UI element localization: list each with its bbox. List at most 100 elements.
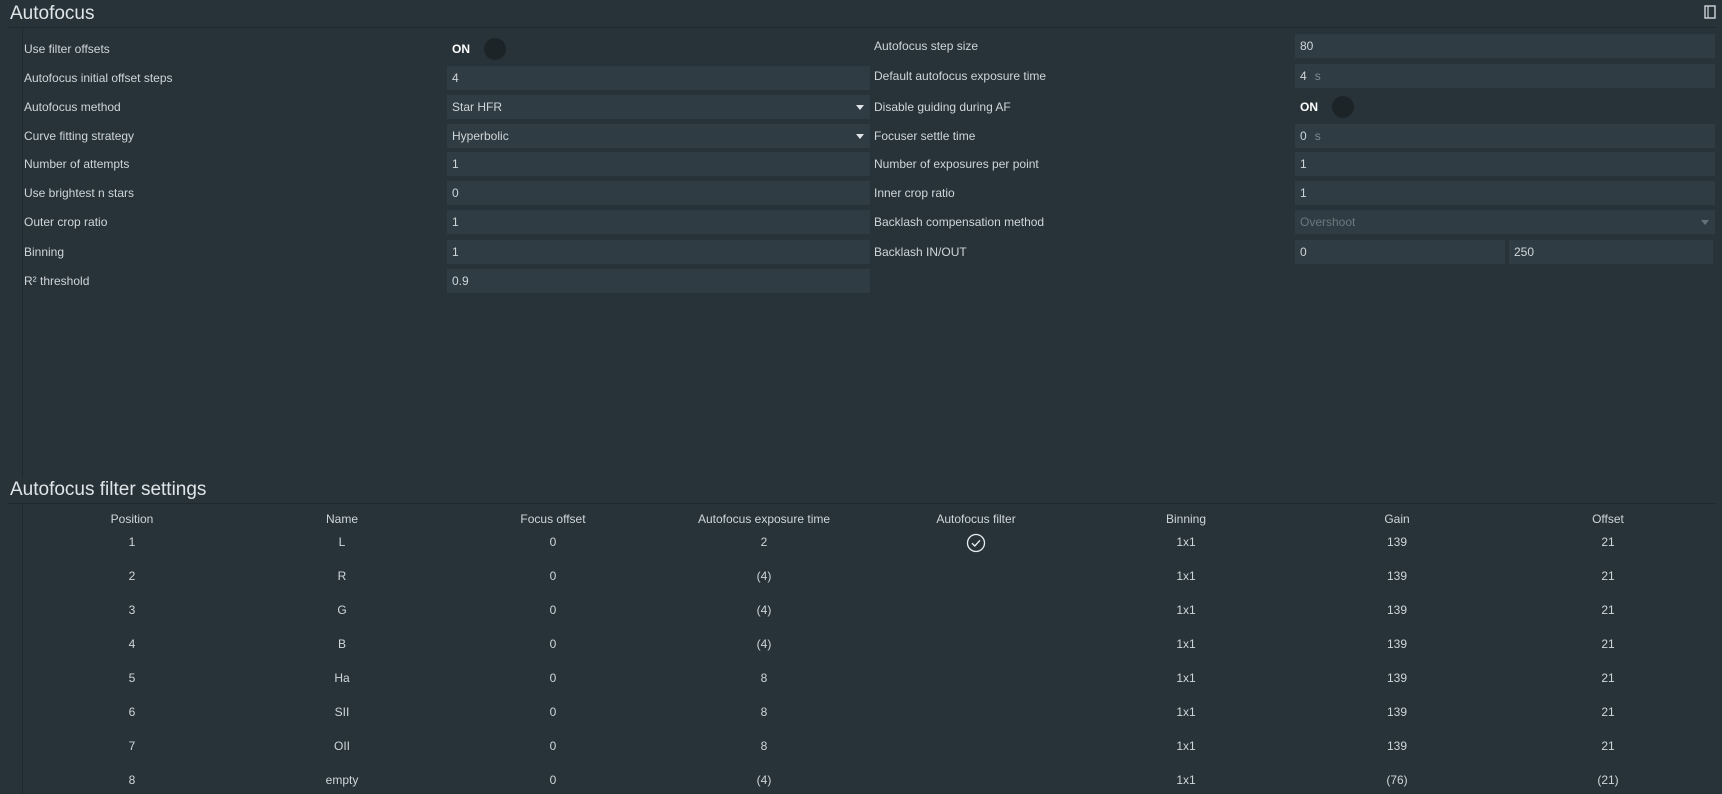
cell-binning[interactable]: 1x1 <box>1086 729 1286 763</box>
cell-name[interactable]: B <box>242 627 442 661</box>
cell-exposure[interactable]: (4) <box>664 559 864 593</box>
disable-guiding-during-af-toggle[interactable]: ON <box>1295 96 1357 118</box>
chevron-down-icon[interactable] <box>856 105 864 110</box>
toggle-knob[interactable] <box>484 38 506 60</box>
r-threshold-input[interactable]: 0.9 <box>447 269 870 293</box>
cell-position[interactable]: 8 <box>32 763 232 794</box>
cell-gain[interactable]: 139 <box>1297 593 1497 627</box>
cell-autofocus-filter[interactable] <box>876 559 1076 593</box>
cell-exposure[interactable]: (4) <box>664 627 864 661</box>
cell-offset[interactable]: (21) <box>1508 763 1708 794</box>
field-value: 80 <box>1300 39 1314 53</box>
cell-offset[interactable]: 21 <box>1508 729 1708 763</box>
cell-offset[interactable]: 21 <box>1508 559 1708 593</box>
cell-binning[interactable]: 1x1 <box>1086 627 1286 661</box>
backlash-out-input[interactable]: 250 <box>1509 240 1713 264</box>
backlash-compensation-method-select: Overshoot <box>1295 210 1715 234</box>
inner-crop-ratio-input[interactable]: 1 <box>1295 181 1715 205</box>
setting-label-focuser-settle-time: Focuser settle time <box>874 129 976 143</box>
cell-offset[interactable]: 21 <box>1508 695 1708 729</box>
cell-autofocus-filter[interactable] <box>876 525 1076 559</box>
number-of-exposures-per-point-input[interactable]: 1 <box>1295 152 1715 176</box>
field-value: 0 <box>1300 245 1307 259</box>
autofocus-initial-offset-steps-input[interactable]: 4 <box>447 66 870 90</box>
cell-name[interactable]: R <box>242 559 442 593</box>
cell-offset[interactable]: 21 <box>1508 525 1708 559</box>
cell-position[interactable]: 3 <box>32 593 232 627</box>
cell-position[interactable]: 2 <box>32 559 232 593</box>
cell-position[interactable]: 6 <box>32 695 232 729</box>
autofocus-step-size-input[interactable]: 80 <box>1295 34 1715 58</box>
cell-position[interactable]: 1 <box>32 525 232 559</box>
cell-gain[interactable]: (76) <box>1297 763 1497 794</box>
cell-focus-offset[interactable]: 0 <box>453 763 653 794</box>
cell-offset[interactable]: 21 <box>1508 593 1708 627</box>
cell-binning[interactable]: 1x1 <box>1086 661 1286 695</box>
cell-gain[interactable]: 139 <box>1297 729 1497 763</box>
cell-gain[interactable]: 139 <box>1297 661 1497 695</box>
cell-focus-offset[interactable]: 0 <box>453 559 653 593</box>
cell-name[interactable]: L <box>242 525 442 559</box>
cell-name[interactable]: Ha <box>242 661 442 695</box>
book-icon[interactable] <box>1704 5 1716 19</box>
cell-binning[interactable]: 1x1 <box>1086 695 1286 729</box>
cell-gain[interactable]: 139 <box>1297 695 1497 729</box>
binning-input[interactable]: 1 <box>447 240 870 264</box>
cell-exposure[interactable]: 8 <box>664 661 864 695</box>
outer-crop-ratio-input[interactable]: 1 <box>447 210 870 234</box>
autofocus-method-select[interactable]: Star HFR <box>447 95 870 119</box>
toggle-knob[interactable] <box>1332 96 1354 118</box>
field-value: 0 <box>452 186 459 200</box>
cell-gain[interactable]: 139 <box>1297 525 1497 559</box>
cell-focus-offset[interactable]: 0 <box>453 593 653 627</box>
autofocus-left-rule <box>22 28 23 478</box>
cell-position[interactable]: 7 <box>32 729 232 763</box>
cell-position[interactable]: 4 <box>32 627 232 661</box>
backlash-in-input[interactable]: 0 <box>1295 240 1505 264</box>
cell-binning[interactable]: 1x1 <box>1086 559 1286 593</box>
cell-offset[interactable]: 21 <box>1508 627 1708 661</box>
cell-binning[interactable]: 1x1 <box>1086 763 1286 794</box>
cell-name[interactable]: OII <box>242 729 442 763</box>
curve-fitting-strategy-select[interactable]: Hyperbolic <box>447 124 870 148</box>
chevron-down-icon[interactable] <box>856 134 864 139</box>
focuser-settle-time-input[interactable]: 0s <box>1295 124 1715 148</box>
setting-label-autofocus-initial-offset-steps: Autofocus initial offset steps <box>24 71 173 85</box>
setting-label-number-of-attempts: Number of attempts <box>24 157 130 171</box>
cell-autofocus-filter[interactable] <box>876 695 1076 729</box>
check-circle-icon <box>966 533 986 552</box>
setting-label-backlash-in-out: Backlash IN/OUT <box>874 245 967 259</box>
cell-focus-offset[interactable]: 0 <box>453 729 653 763</box>
cell-exposure[interactable]: (4) <box>664 763 864 794</box>
cell-exposure[interactable]: (4) <box>664 593 864 627</box>
cell-binning[interactable]: 1x1 <box>1086 593 1286 627</box>
cell-autofocus-filter[interactable] <box>876 593 1076 627</box>
number-of-attempts-input[interactable]: 1 <box>447 152 870 176</box>
cell-name[interactable]: G <box>242 593 442 627</box>
cell-autofocus-filter[interactable] <box>876 729 1076 763</box>
cell-name[interactable]: empty <box>242 763 442 794</box>
cell-gain[interactable]: 139 <box>1297 627 1497 661</box>
use-brightest-n-stars-input[interactable]: 0 <box>447 181 870 205</box>
cell-focus-offset[interactable]: 0 <box>453 695 653 729</box>
default-autofocus-exposure-time-input[interactable]: 4s <box>1295 64 1715 88</box>
cell-autofocus-filter[interactable] <box>876 763 1076 794</box>
cell-offset[interactable]: 21 <box>1508 661 1708 695</box>
cell-gain[interactable]: 139 <box>1297 559 1497 593</box>
field-value: 1 <box>452 215 459 229</box>
cell-focus-offset[interactable]: 0 <box>453 627 653 661</box>
cell-focus-offset[interactable]: 0 <box>453 661 653 695</box>
cell-focus-offset[interactable]: 0 <box>453 525 653 559</box>
field-value: Hyperbolic <box>452 129 509 143</box>
cell-exposure[interactable]: 8 <box>664 729 864 763</box>
cell-autofocus-filter[interactable] <box>876 627 1076 661</box>
cell-name[interactable]: SII <box>242 695 442 729</box>
setting-label-use-filter-offsets: Use filter offsets <box>24 42 110 56</box>
autofocus-options-page: Autofocus Use filter offsets ON Autofocus … <box>0 0 1722 794</box>
use-filter-offsets-toggle[interactable]: ON <box>447 38 509 60</box>
cell-autofocus-filter[interactable] <box>876 661 1076 695</box>
cell-binning[interactable]: 1x1 <box>1086 525 1286 559</box>
cell-exposure[interactable]: 2 <box>664 525 864 559</box>
cell-exposure[interactable]: 8 <box>664 695 864 729</box>
cell-position[interactable]: 5 <box>32 661 232 695</box>
